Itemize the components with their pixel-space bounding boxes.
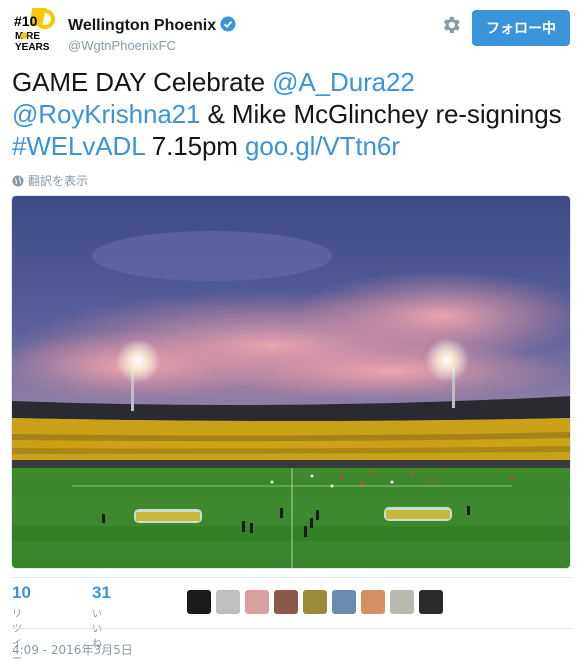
liker-avatar-9[interactable] — [419, 590, 443, 614]
liker-avatar-2[interactable] — [216, 590, 240, 614]
liker-avatar-5[interactable] — [303, 590, 327, 614]
user-name[interactable]: Wellington Phoenix — [68, 16, 236, 35]
mention-link[interactable]: @RoyKrishna21 — [12, 99, 201, 129]
mention-link[interactable]: @A_Dura22 — [272, 67, 415, 97]
tweet-text-segment: & Mike McGlinchey re-signings — [200, 99, 562, 129]
liker-avatar-1[interactable] — [187, 590, 211, 614]
tweet-photo[interactable] — [11, 195, 571, 569]
gear-icon[interactable] — [440, 14, 462, 36]
tweet-text-segment: GAME DAY Celebrate — [12, 67, 273, 97]
following-button[interactable]: フォロー中 — [472, 10, 570, 46]
tweet-header: #10 M RE YEARS Wellington Phoenix @WgtnP… — [12, 6, 575, 56]
user-name-text[interactable]: Wellington Phoenix — [68, 17, 216, 34]
liker-avatar-4[interactable] — [274, 590, 298, 614]
translate-button[interactable]: 翻訳を表示 — [12, 172, 88, 189]
url-link[interactable]: goo.gl/VTtn6r — [245, 131, 400, 161]
likes-stat[interactable]: 31 いいね — [92, 583, 111, 650]
user-avatar[interactable]: #10 M RE YEARS — [12, 6, 60, 54]
likes-count[interactable]: 31 — [92, 583, 111, 603]
translate-label: 翻訳を表示 — [28, 174, 89, 188]
liker-avatar-7[interactable] — [361, 590, 385, 614]
tweet-text: GAME DAY Celebrate @A_Dura22 @RoyKrishna… — [12, 66, 572, 162]
tweet-timestamp[interactable]: 4:09 - 2016年3月5日 — [12, 641, 133, 658]
hashtag-link[interactable]: #WELvADL — [12, 131, 145, 161]
globe-icon — [12, 175, 24, 186]
divider — [12, 628, 572, 629]
screen-name[interactable]: @WgtnPhoenixFC — [68, 38, 176, 53]
following-button-label: フォロー中 — [486, 21, 556, 37]
liker-avatar-6[interactable] — [332, 590, 356, 614]
tweet-text-segment: 7.15pm — [144, 131, 245, 161]
retweets-count[interactable]: 10 — [12, 583, 31, 603]
svg-text:YEARS: YEARS — [15, 42, 50, 53]
avatar-text-top: #10 — [14, 13, 38, 29]
liker-avatar-8[interactable] — [390, 590, 414, 614]
divider — [12, 577, 572, 578]
stadium-photo — [12, 196, 570, 568]
verified-badge-icon — [220, 16, 236, 32]
liker-avatar-3[interactable] — [245, 590, 269, 614]
svg-text:M RE: M RE — [15, 31, 40, 42]
